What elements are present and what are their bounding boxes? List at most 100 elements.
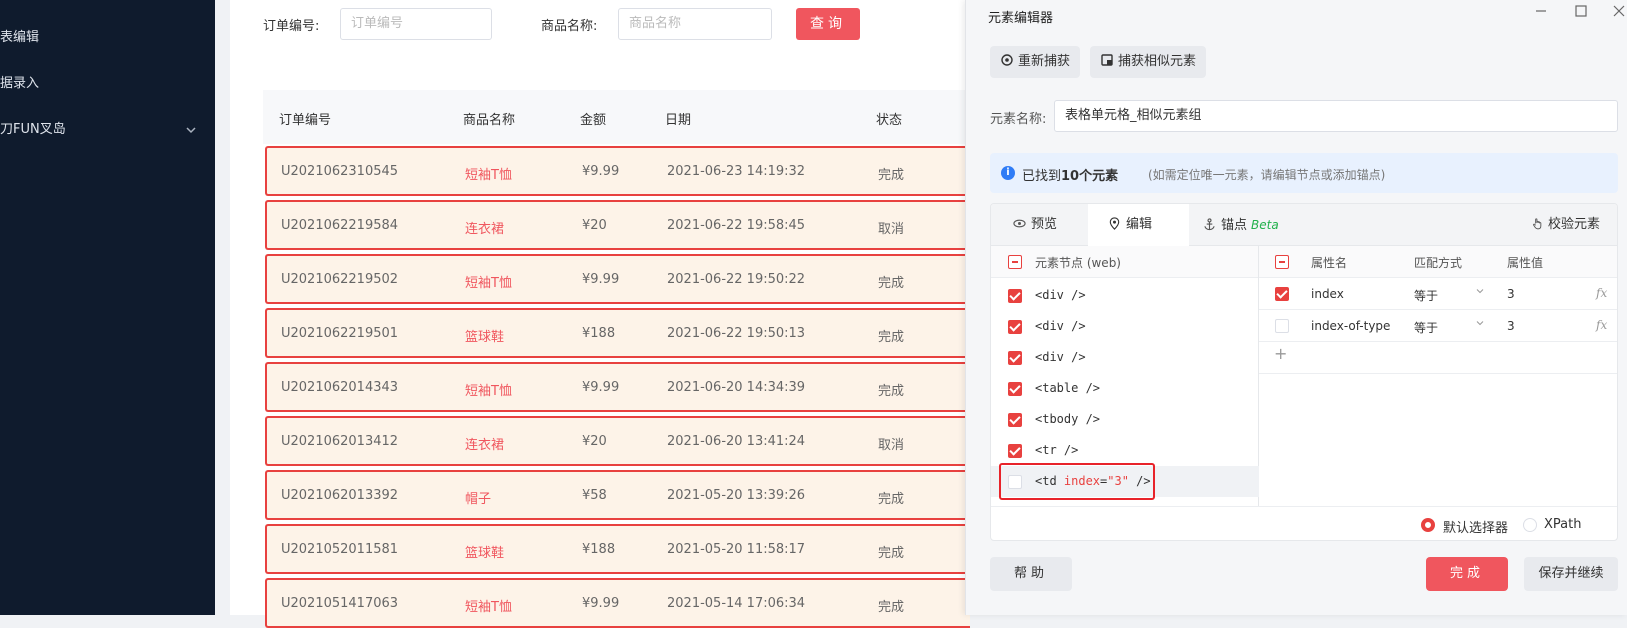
product-cell: 短袖T恤 bbox=[465, 384, 512, 399]
node-item[interactable]: <div /> bbox=[991, 342, 1259, 373]
amount-cell: ¥188 bbox=[582, 542, 616, 557]
column-header: 状态 bbox=[876, 113, 903, 128]
product-cell: 连衣裙 bbox=[465, 438, 505, 453]
attr-checkbox[interactable] bbox=[1275, 287, 1289, 301]
node-label: <div /> bbox=[1035, 319, 1086, 333]
table-row[interactable]: U2021062013412 连衣裙 ¥20 2021-06-20 13:41:… bbox=[265, 416, 970, 466]
node-checkbox[interactable] bbox=[1008, 444, 1022, 458]
capture-similar-button[interactable]: 捕获相似元素 bbox=[1090, 46, 1207, 78]
dialog-title: 元素编辑器 bbox=[988, 11, 1054, 26]
status-cell: 取消 bbox=[878, 222, 905, 237]
node-item[interactable]: <div /> bbox=[991, 311, 1259, 342]
fx-icon[interactable]: fx bbox=[1596, 286, 1607, 300]
tab-edit[interactable]: 编辑 bbox=[1088, 204, 1189, 246]
tab-anchor-label: 锚点 bbox=[1221, 218, 1248, 233]
table-row[interactable]: U2021062310545 短袖T恤 ¥9.99 2021-06-23 14:… bbox=[265, 146, 970, 196]
selector-mode: 默认选择器 XPath bbox=[991, 506, 1617, 540]
attr-name: index-of-type bbox=[1311, 319, 1391, 333]
node-checkbox[interactable] bbox=[1008, 413, 1022, 427]
query-button[interactable]: 查询 bbox=[796, 8, 860, 40]
status-cell: 完成 bbox=[878, 384, 905, 399]
node-checkbox[interactable] bbox=[1008, 382, 1022, 396]
attr-name-header: 属性名 bbox=[1311, 256, 1348, 270]
attribute-row[interactable]: index 等于 3 fx bbox=[1259, 278, 1617, 310]
product-cell: 短袖T恤 bbox=[465, 600, 512, 615]
node-item[interactable]: <div /> bbox=[991, 280, 1259, 311]
order-search-input[interactable]: 订单编号 bbox=[340, 8, 492, 40]
amount-cell: ¥188 bbox=[582, 326, 616, 341]
order-filter-label: 订单编号: bbox=[263, 19, 320, 34]
tab-anchor[interactable]: 锚点 Beta bbox=[1203, 204, 1323, 246]
xpath-label: XPath bbox=[1544, 517, 1582, 532]
table-row[interactable]: U2021062219501 篮球鞋 ¥188 2021-06-22 19:50… bbox=[265, 308, 970, 358]
date-cell: 2021-05-20 11:58:17 bbox=[667, 542, 806, 557]
node-checkbox[interactable] bbox=[1008, 320, 1022, 334]
attr-checkbox[interactable] bbox=[1275, 319, 1289, 333]
chevron-down-icon bbox=[1476, 289, 1484, 294]
sidebar-item-data-entry[interactable]: 据录入 bbox=[0, 72, 39, 96]
order-id-cell: U2021051417063 bbox=[281, 596, 399, 611]
sidebar-item-fun-island[interactable]: 刀FUN叉岛 bbox=[0, 118, 200, 142]
table-row[interactable]: U2021051417063 短袖T恤 ¥9.99 2021-05-14 17:… bbox=[265, 578, 970, 628]
date-cell: 2021-06-22 19:50:13 bbox=[667, 326, 806, 341]
attr-match-select[interactable]: 等于 bbox=[1414, 319, 1438, 336]
target-icon bbox=[1001, 54, 1013, 66]
node-item[interactable]: <table /> bbox=[991, 373, 1259, 404]
minimize-icon[interactable] bbox=[1532, 2, 1550, 20]
fx-icon[interactable]: fx bbox=[1596, 318, 1607, 332]
attribute-row[interactable]: index-of-type 等于 3 fx bbox=[1259, 310, 1617, 342]
add-attribute-row[interactable]: + bbox=[1259, 342, 1617, 374]
default-selector-radio[interactable] bbox=[1421, 518, 1435, 532]
amount-cell: ¥58 bbox=[582, 488, 607, 503]
recapture-button[interactable]: 重新捕获 bbox=[990, 46, 1081, 78]
element-name-label: 元素名称: bbox=[990, 112, 1047, 127]
attr-value-input[interactable]: 3 bbox=[1507, 319, 1515, 333]
attribute-table-header: 属性名 匹配方式 属性值 bbox=[1259, 246, 1617, 278]
node-item[interactable]: <tbody /> bbox=[991, 404, 1259, 435]
amount-cell: ¥9.99 bbox=[582, 272, 620, 287]
table-row[interactable]: U2021062219584 连衣裙 ¥20 2021-06-22 19:58:… bbox=[265, 200, 970, 250]
plus-icon[interactable]: + bbox=[1274, 344, 1287, 363]
capture-similar-icon bbox=[1101, 54, 1113, 66]
status-cell: 取消 bbox=[878, 438, 905, 453]
table-row[interactable]: U2021052011581 篮球鞋 ¥188 2021-05-20 11:58… bbox=[265, 524, 970, 574]
default-selector-label: 默认选择器 bbox=[1443, 521, 1509, 536]
editor-panel: 预览 编辑 锚点 Beta 校验元素 元素节点 (web) <div /> <di… bbox=[990, 203, 1618, 541]
eye-icon bbox=[1013, 219, 1026, 228]
product-filter-label: 商品名称: bbox=[541, 19, 598, 34]
status-cell: 完成 bbox=[878, 330, 905, 345]
product-cell: 短袖T恤 bbox=[465, 276, 512, 291]
product-search-input[interactable]: 商品名称 bbox=[618, 8, 772, 40]
close-icon[interactable] bbox=[1610, 2, 1627, 20]
sidebar-item-label: 表编辑 bbox=[0, 30, 40, 45]
column-header: 订单编号 bbox=[279, 113, 332, 128]
node-label: <div /> bbox=[1035, 288, 1086, 302]
tab-preview-label: 预览 bbox=[1031, 217, 1058, 232]
node-item[interactable]: <tr /> bbox=[991, 435, 1259, 466]
attr-match-select[interactable]: 等于 bbox=[1414, 287, 1438, 304]
table-row[interactable]: U2021062219502 短袖T恤 ¥9.99 2021-06-22 19:… bbox=[265, 254, 970, 304]
maximize-icon[interactable] bbox=[1572, 2, 1590, 20]
node-checkbox[interactable] bbox=[1008, 351, 1022, 365]
date-cell: 2021-06-20 13:41:24 bbox=[667, 434, 806, 449]
status-cell: 完成 bbox=[878, 546, 905, 561]
save-and-continue-button[interactable]: 保存并继续 bbox=[1524, 557, 1618, 591]
element-name-input[interactable]: 表格单元格_相似元素组 bbox=[1054, 100, 1618, 132]
node-select-all-checkbox[interactable] bbox=[1008, 255, 1022, 269]
help-button[interactable]: 帮助 bbox=[990, 557, 1072, 591]
amount-cell: ¥9.99 bbox=[582, 380, 620, 395]
product-cell: 连衣裙 bbox=[465, 222, 505, 237]
attr-select-all-checkbox[interactable] bbox=[1275, 255, 1289, 269]
verify-element-label: 校验元素 bbox=[1548, 217, 1601, 232]
verify-element-button[interactable]: 校验元素 bbox=[1531, 204, 1617, 246]
recapture-label: 重新捕获 bbox=[1018, 54, 1071, 69]
tab-preview[interactable]: 预览 bbox=[991, 204, 1088, 246]
sidebar-item-table-edit[interactable]: 表编辑 bbox=[0, 26, 39, 50]
xpath-radio[interactable] bbox=[1523, 518, 1537, 532]
node-checkbox[interactable] bbox=[1008, 289, 1022, 303]
done-button[interactable]: 完成 bbox=[1426, 557, 1508, 591]
table-header: 订单编号 商品名称 金额 日期 状态 bbox=[263, 90, 970, 144]
table-row[interactable]: U2021062014343 短袖T恤 ¥9.99 2021-06-20 14:… bbox=[265, 362, 970, 412]
table-row[interactable]: U2021062013392 帽子 ¥58 2021-05-20 13:39:2… bbox=[265, 470, 970, 520]
attr-value-input[interactable]: 3 bbox=[1507, 287, 1515, 301]
